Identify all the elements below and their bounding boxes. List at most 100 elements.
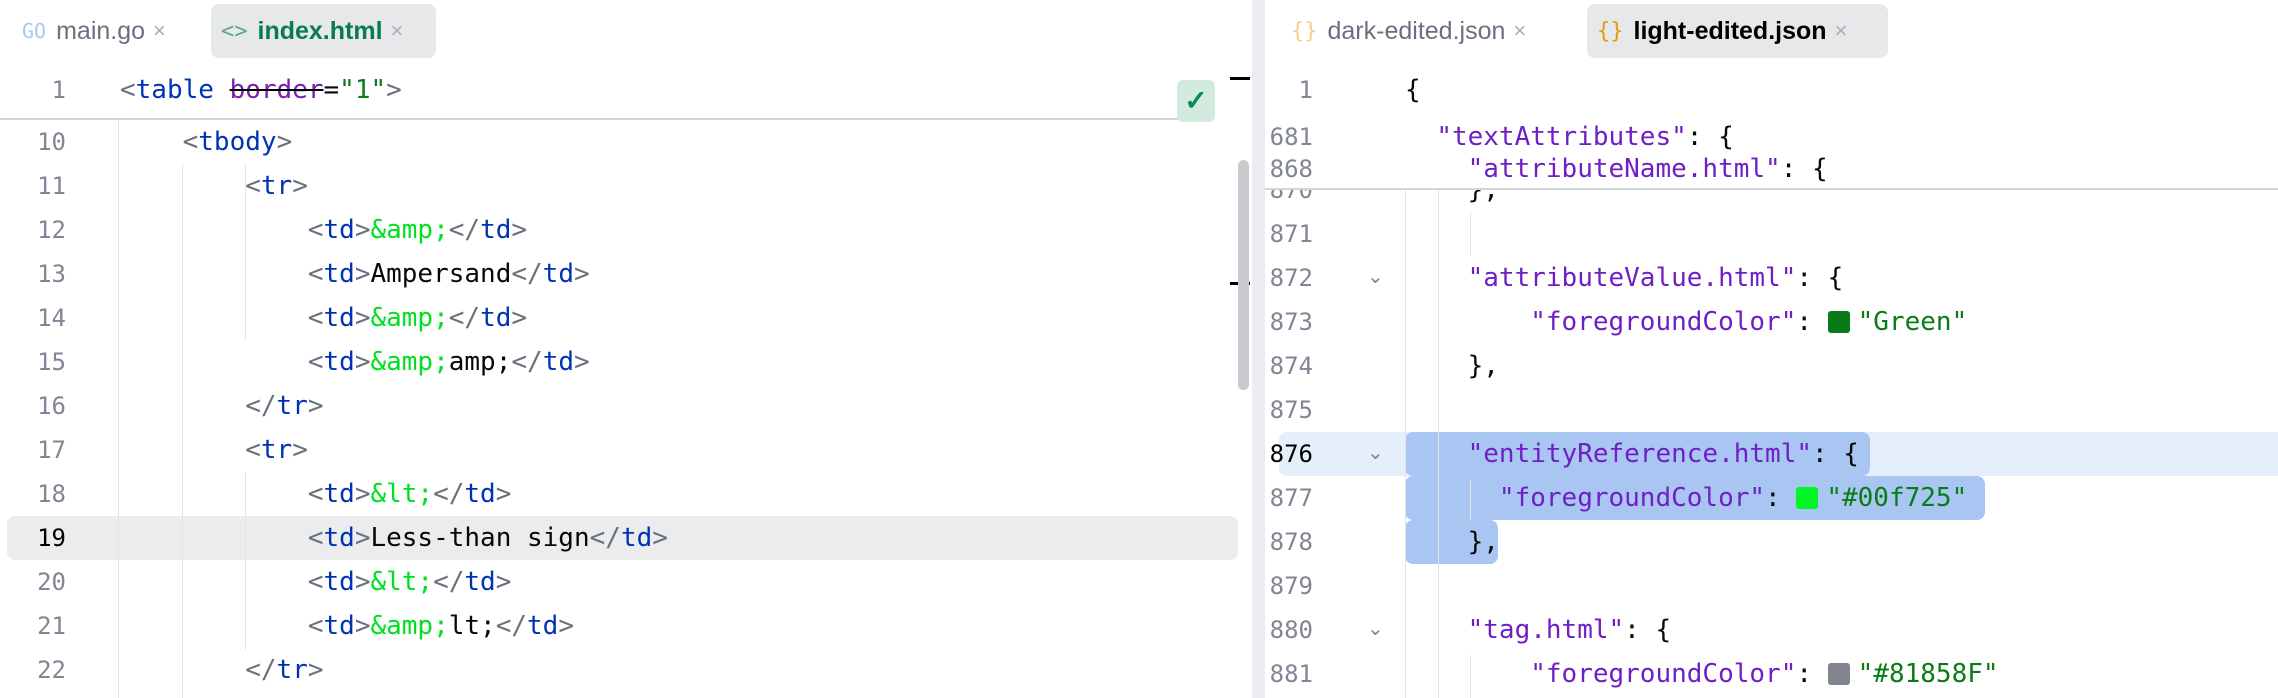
token-br: < — [245, 171, 261, 201]
code-text: <td>Less-than sign</td> — [120, 516, 668, 560]
inspection-ok-icon[interactable]: ✓ — [1177, 80, 1215, 122]
token-plain: = — [323, 75, 340, 105]
code-line: 21 <td>&amp;lt;</td> — [0, 604, 1252, 648]
token-br: > — [292, 435, 308, 465]
token-br: </ — [448, 303, 481, 333]
token-plain: amp; — [448, 347, 512, 377]
color-swatch-icon[interactable] — [1827, 311, 1850, 333]
code-line: 18 <td>&lt;</td> — [0, 472, 1252, 516]
color-swatch-icon[interactable] — [1796, 487, 1819, 509]
line-number: 18 — [37, 480, 66, 508]
token-punc: { — [1405, 75, 1421, 105]
token-br: > — [354, 347, 371, 377]
token-br: > — [276, 127, 293, 157]
vertical-scrollbar-thumb[interactable] — [1238, 160, 1249, 390]
token-br: </ — [245, 391, 277, 421]
line-number: 19 — [37, 524, 66, 552]
code-text: "attributeName.html": { — [1405, 147, 1828, 191]
code-text: <td>&amp;amp;</td> — [120, 340, 590, 384]
line-number: 879 — [1269, 572, 1313, 600]
token-tag: td — [323, 347, 355, 377]
fold-chevron-icon[interactable]: ⌄ — [1367, 430, 1384, 474]
code-line: 871 — [1265, 212, 2278, 256]
token-ent: &amp; — [370, 611, 449, 641]
line-number: 880 — [1269, 616, 1313, 644]
sticky-lines-divider — [0, 118, 1180, 120]
fold-chevron-icon[interactable]: ⌄ — [1367, 606, 1384, 650]
code-text: <td>&amp;</td> — [120, 296, 527, 340]
token-br: </ — [511, 347, 543, 377]
code-line: 11 <tr> — [0, 164, 1252, 208]
go-file-icon: GO — [22, 19, 47, 43]
token-tag: td — [464, 479, 496, 509]
line-number: 16 — [37, 392, 66, 420]
code-line: 12 <td>&amp;</td> — [0, 208, 1252, 252]
tab-label: main.go — [56, 16, 146, 45]
token-tag: td — [480, 215, 512, 245]
token-br: > — [495, 479, 512, 509]
token-br: > — [495, 567, 512, 597]
splitter[interactable] — [1252, 0, 1265, 698]
token-tag: td — [323, 215, 355, 245]
token-tag: table — [135, 75, 214, 105]
token-plain: Ampersand — [370, 259, 512, 289]
token-str: "1" — [339, 75, 387, 105]
token-tag: td — [323, 523, 355, 553]
token-br: > — [354, 259, 371, 289]
token-br: </ — [433, 567, 465, 597]
code-text: }, — [1405, 520, 1499, 564]
code-line: 880 ⌄ "tag.html": { — [1265, 608, 2278, 652]
token-br: </ — [433, 479, 465, 509]
json-file-icon: {} — [1597, 18, 1624, 44]
token-tag: tr — [260, 435, 293, 465]
token-key: "foregroundColor" — [1530, 659, 1797, 689]
token-tag: td — [542, 347, 574, 377]
token-punc — [1405, 154, 1468, 184]
close-icon[interactable]: × — [391, 18, 404, 44]
code-text: </tr> — [120, 648, 323, 692]
token-br: </ — [511, 259, 543, 289]
code-line: 878 }, — [1265, 520, 2278, 564]
token-br: < — [307, 523, 324, 553]
token-br: > — [354, 523, 371, 553]
tab-main-go[interactable]: GO main.go × — [12, 4, 202, 58]
token-ent: &lt; — [370, 479, 434, 509]
token-punc: : — [1765, 483, 1797, 513]
close-icon[interactable]: × — [153, 18, 166, 44]
code-line: 20 <td>&lt;</td> — [0, 560, 1252, 604]
line-number: 871 — [1269, 220, 1313, 248]
token-tag: td — [620, 523, 653, 553]
token-tag: tr — [260, 171, 293, 201]
token-br: > — [354, 567, 371, 597]
line-number: 876 — [1269, 440, 1313, 468]
token-br: > — [573, 259, 590, 289]
tab-light-edited-json[interactable]: {} light-edited.json × — [1587, 4, 1888, 58]
token-key: "tag.html" — [1467, 615, 1625, 645]
tab-index-html[interactable]: <> index.html × — [211, 4, 436, 58]
line-number: 21 — [37, 612, 66, 640]
code-line: 874 }, — [1265, 344, 2278, 388]
token-br: </ — [589, 523, 621, 553]
fold-chevron-icon[interactable]: ⌄ — [1367, 254, 1384, 298]
token-ent: &amp; — [370, 215, 449, 245]
code-text: "entityReference.html": { — [1405, 432, 1859, 476]
token-br: > — [307, 391, 324, 421]
code-line: 881 "foregroundColor": "#81858F" — [1265, 652, 2278, 696]
token-br: < — [307, 215, 324, 245]
tab-dark-edited-json[interactable]: {} dark-edited.json × — [1281, 4, 1581, 58]
code-line: 22 </tr> — [0, 648, 1252, 692]
code-line: 879 — [1265, 564, 2278, 608]
color-swatch-icon[interactable] — [1827, 663, 1850, 685]
close-icon[interactable]: × — [1513, 18, 1526, 44]
token-br: < — [182, 127, 199, 157]
code-text: <tr> — [120, 428, 308, 472]
code-text: <tr> — [120, 164, 308, 208]
token-br: > — [354, 479, 371, 509]
token-punc — [1405, 263, 1468, 293]
editor-right-pane: {} dark-edited.json × {} light-edited.js… — [1265, 0, 2278, 698]
close-icon[interactable]: × — [1835, 18, 1848, 44]
code-line: 19 <td>Less-than sign</td> — [0, 516, 1252, 560]
